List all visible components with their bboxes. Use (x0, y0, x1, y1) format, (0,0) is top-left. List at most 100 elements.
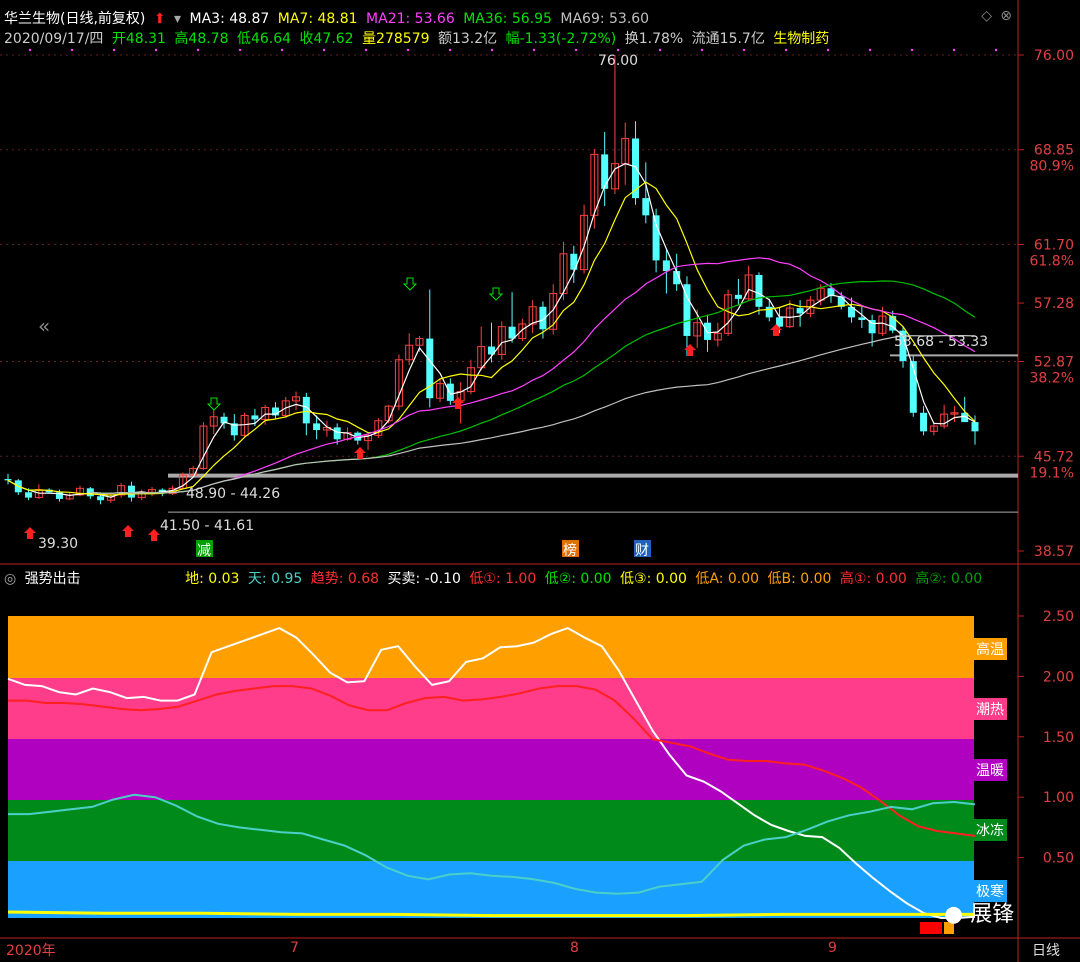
price-tick-label: 45.72 (1034, 449, 1074, 465)
marker-dot (910, 48, 914, 52)
candle-body-down (755, 274, 763, 307)
marker-dot (322, 48, 326, 52)
sell-arrow-icon (402, 277, 418, 291)
candle-body-down (25, 492, 33, 498)
sub-tick-label: 1.50 (1043, 730, 1074, 746)
price-tick-label: 38.57 (1034, 544, 1074, 560)
ind-trend: 趋势: 0.68 (310, 571, 380, 587)
marker-dot (406, 48, 410, 52)
marker-dot (154, 48, 158, 52)
ind-low1: 低①: 1.00 (469, 571, 537, 587)
x-label-year: 2020年 (6, 943, 56, 959)
marker-dot (952, 48, 956, 52)
sell-arrow-icon (488, 287, 504, 301)
marker-dot (196, 48, 200, 52)
marker-dot (784, 48, 788, 52)
sell-arrow-icon (206, 397, 222, 411)
marker-dot (826, 48, 830, 52)
ind-di: 地: 0.03 (185, 571, 240, 587)
indicator-dropdown-icon[interactable]: ◎ (4, 571, 16, 587)
marker-dot (532, 48, 536, 52)
x-label-aug: 8 (570, 940, 579, 956)
marker-dot (70, 48, 74, 52)
sub-tick-label: 2.00 (1043, 669, 1074, 685)
candle-body-down (920, 412, 928, 432)
fib-label: 80.9% (1030, 159, 1074, 175)
indicator-name[interactable]: 强势出击 (25, 571, 81, 587)
ind-tian: 天: 0.95 (247, 571, 303, 587)
marker-dot (448, 48, 452, 52)
buy-arrow-icon (148, 529, 160, 541)
sub-tick-label: 1.00 (1043, 790, 1074, 806)
marker-dot (280, 48, 284, 52)
candle-body-down (796, 308, 804, 314)
indicator-header: ◎ 强势出击 地: 0.03 天: 0.95 趋势: 0.68 买卖: -0.1… (4, 568, 986, 588)
marker-dot (742, 48, 746, 52)
x-label-sep: 9 (828, 940, 837, 956)
candle-body-down (4, 479, 12, 481)
candle-body-down (127, 485, 135, 498)
fib-label: 38.2% (1030, 371, 1074, 387)
buy-arrow-icon (354, 447, 366, 459)
range-label-1: 53.68 - 53.33 (894, 334, 988, 350)
ind-lowA: 低A: 0.00 (695, 571, 760, 587)
price-tick-label: 52.87 (1034, 355, 1074, 371)
event-tag: 榜 (563, 542, 577, 559)
marker-dot (490, 48, 494, 52)
buy-arrow-icon (24, 527, 36, 539)
sub-tick-label: 0.50 (1043, 851, 1074, 867)
price-tick-label: 61.70 (1034, 237, 1074, 253)
signal-block-red (920, 922, 942, 934)
ind-buysell: 买卖: -0.10 (387, 571, 461, 587)
fib-label: 19.1% (1030, 465, 1074, 481)
buy-arrow-icon (684, 344, 696, 356)
sub-tick-label: 2.50 (1043, 609, 1074, 625)
ind-low2: 低②: 0.00 (544, 571, 612, 587)
price-tick-label: 57.28 (1034, 296, 1074, 312)
ma-line-ma21 (90, 257, 976, 494)
candle-body-down (601, 154, 609, 189)
range-label-3: 41.50 - 41.61 (160, 518, 254, 534)
period-daily-tab[interactable]: 日线 (1032, 940, 1060, 960)
marker-dot (364, 48, 368, 52)
candle-body-down (251, 415, 259, 420)
candle-body-down (662, 260, 670, 271)
watermark-logo: ● 展锋 (944, 902, 1015, 927)
sub-series-di (8, 793, 976, 895)
candle-body-down (858, 317, 866, 321)
ind-low3: 低③: 0.00 (620, 571, 687, 587)
marker-dot (616, 48, 620, 52)
peak-label: 76.00 (598, 53, 638, 69)
candle-body-down (704, 322, 712, 340)
marker-dot (112, 48, 116, 52)
ma-line-ma69 (90, 335, 976, 494)
range-label-2: 48.90 - 44.26 (186, 486, 280, 502)
buy-arrow-icon (122, 525, 134, 537)
marker-dot (238, 48, 242, 52)
marker-dot (994, 48, 998, 52)
price-tick-label: 68.85 (1034, 143, 1074, 159)
low-label: 39.30 (38, 536, 78, 552)
sub-series-trend (8, 685, 976, 837)
marker-dot (28, 48, 32, 52)
ind-lowB: 低B: 0.00 (767, 571, 832, 587)
chart-canvas: 76.00 68.85 61.70 57.28 52.87 45.72 38.57 80.9%… (0, 0, 1080, 962)
marker-dot (574, 48, 578, 52)
candle-body-down (446, 383, 454, 401)
marker-dot (868, 48, 872, 52)
ind-high2: 高②: 0.00 (915, 571, 983, 587)
candle-body-down (642, 198, 650, 216)
event-tag: 减 (197, 543, 211, 559)
candle-body-down (734, 294, 742, 299)
ind-high1: 高①: 0.00 (839, 571, 907, 587)
x-label-jul: 7 (290, 940, 299, 956)
marker-dot (700, 48, 704, 52)
sub-series-buysell (7, 910, 975, 918)
candle-body-down (333, 427, 341, 440)
candle-body-down (426, 338, 434, 399)
candle-body-down (971, 422, 979, 432)
candle-body-down (652, 215, 660, 261)
fib-label: 61.8% (1030, 253, 1074, 269)
marker-dot (658, 48, 662, 52)
candle-body-down (313, 423, 321, 431)
